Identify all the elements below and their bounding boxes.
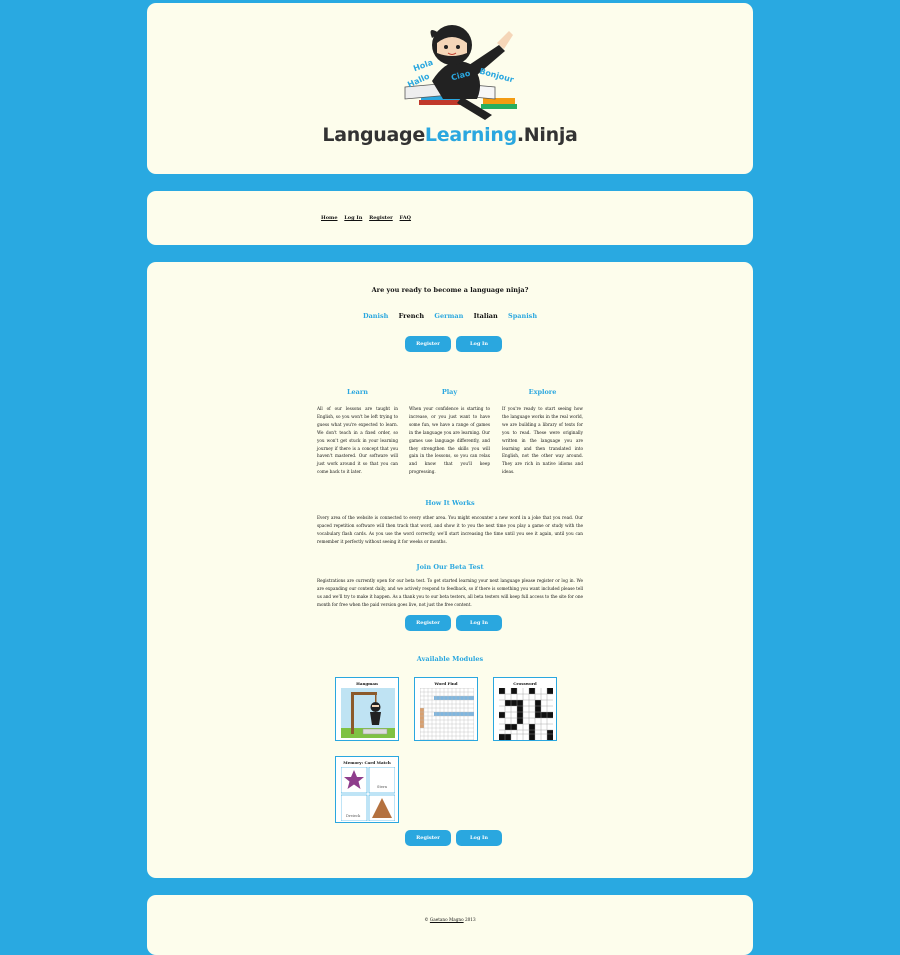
language-spanish-link[interactable]: Spanish <box>508 312 537 320</box>
module-word-find[interactable]: Word Find <box>414 677 478 741</box>
wordfind-thumbnail-icon <box>420 688 474 740</box>
module-wordfind-label: Word Find <box>434 681 458 686</box>
site-logo-wordmark[interactable]: LanguageLearning.Ninja <box>147 124 753 146</box>
memory-card-stern: Stern <box>377 785 388 789</box>
cta-buttons-middle: Register Log In <box>405 615 507 631</box>
nav-home-link[interactable]: Home <box>321 215 338 221</box>
module-hangman-label: Hangman <box>356 681 378 686</box>
module-memory-card-match[interactable]: Memory: Card Match Stern Dreieck <box>335 756 399 823</box>
cta-buttons-bottom: Register Log In <box>405 830 507 846</box>
learn-column: Learn All of our lessons are taught in E… <box>317 388 398 476</box>
main-panel: Are you ready to become a language ninja… <box>147 262 753 878</box>
cta-buttons-top: Register Log In <box>405 336 507 352</box>
nav-register-link[interactable]: Register <box>369 215 393 221</box>
explore-title: Explore <box>528 388 557 396</box>
play-column: Play When your confidence is starting to… <box>409 388 490 476</box>
module-memory-label: Memory: Card Match <box>343 760 391 765</box>
footer-author-link[interactable]: Gaetano Magno <box>430 917 464 922</box>
page-headline: Are you ready to become a language ninja… <box>371 286 529 294</box>
module-hangman[interactable]: Hangman <box>335 677 399 741</box>
nav-login-link[interactable]: Log In <box>344 215 362 221</box>
beta-test-title: Join Our Beta Test <box>416 563 484 571</box>
play-title: Play <box>441 388 458 396</box>
memory-thumbnail-icon <box>341 767 395 821</box>
explore-text: If you're ready to start seeing how the … <box>502 406 583 475</box>
memory-card-dreieck: Dreieck <box>346 814 361 818</box>
logo-word-ninja: .Ninja <box>516 124 578 146</box>
footer-copyright: © Gaetano Magno 2013 <box>147 917 753 922</box>
register-button-middle[interactable]: Register <box>405 615 451 631</box>
footer-panel: © Gaetano Magno 2013 <box>147 895 753 955</box>
register-button-top[interactable]: Register <box>405 336 451 352</box>
register-button-bottom[interactable]: Register <box>405 830 451 846</box>
ninja-logo-icon[interactable] <box>147 3 753 128</box>
how-it-works-text: Every area of the website is connected t… <box>317 515 583 544</box>
language-french-label: French <box>398 312 425 320</box>
modules-title: Available Modules <box>416 655 484 663</box>
nav-faq-link[interactable]: FAQ <box>400 215 412 221</box>
header-panel: Hola Hallo Ciao Bonjour LanguageLearning… <box>147 3 753 174</box>
logo-word-learning: Learning <box>424 124 517 146</box>
nav-panel: Home Log In Register FAQ <box>147 191 753 245</box>
beta-test-text: Registrations are currently open for our… <box>317 578 583 607</box>
language-german-link[interactable]: German <box>434 312 463 320</box>
module-crossword-label: Crossword <box>513 681 537 686</box>
explore-column: Explore If you're ready to start seeing … <box>502 388 583 476</box>
login-button-bottom[interactable]: Log In <box>456 830 502 846</box>
footer-year: 2013 <box>463 917 476 922</box>
login-button-middle[interactable]: Log In <box>456 615 502 631</box>
main-nav: Home Log In Register FAQ <box>321 215 416 221</box>
language-danish-link[interactable]: Danish <box>363 312 388 320</box>
crossword-thumbnail-icon <box>499 688 553 740</box>
login-button-top[interactable]: Log In <box>456 336 502 352</box>
module-crossword[interactable]: Crossword <box>493 677 557 741</box>
logo-word-language: Language <box>322 124 425 146</box>
how-it-works-title: How It Works <box>425 499 475 507</box>
language-italian-label: Italian <box>473 312 498 320</box>
play-text: When your confidence is starting to incr… <box>409 406 490 475</box>
learn-title: Learn <box>346 388 369 396</box>
learn-text: All of our lessons are taught in English… <box>317 406 398 475</box>
language-list: Danish French German Italian Spanish <box>147 312 753 320</box>
hangman-thumbnail-icon <box>341 688 395 738</box>
